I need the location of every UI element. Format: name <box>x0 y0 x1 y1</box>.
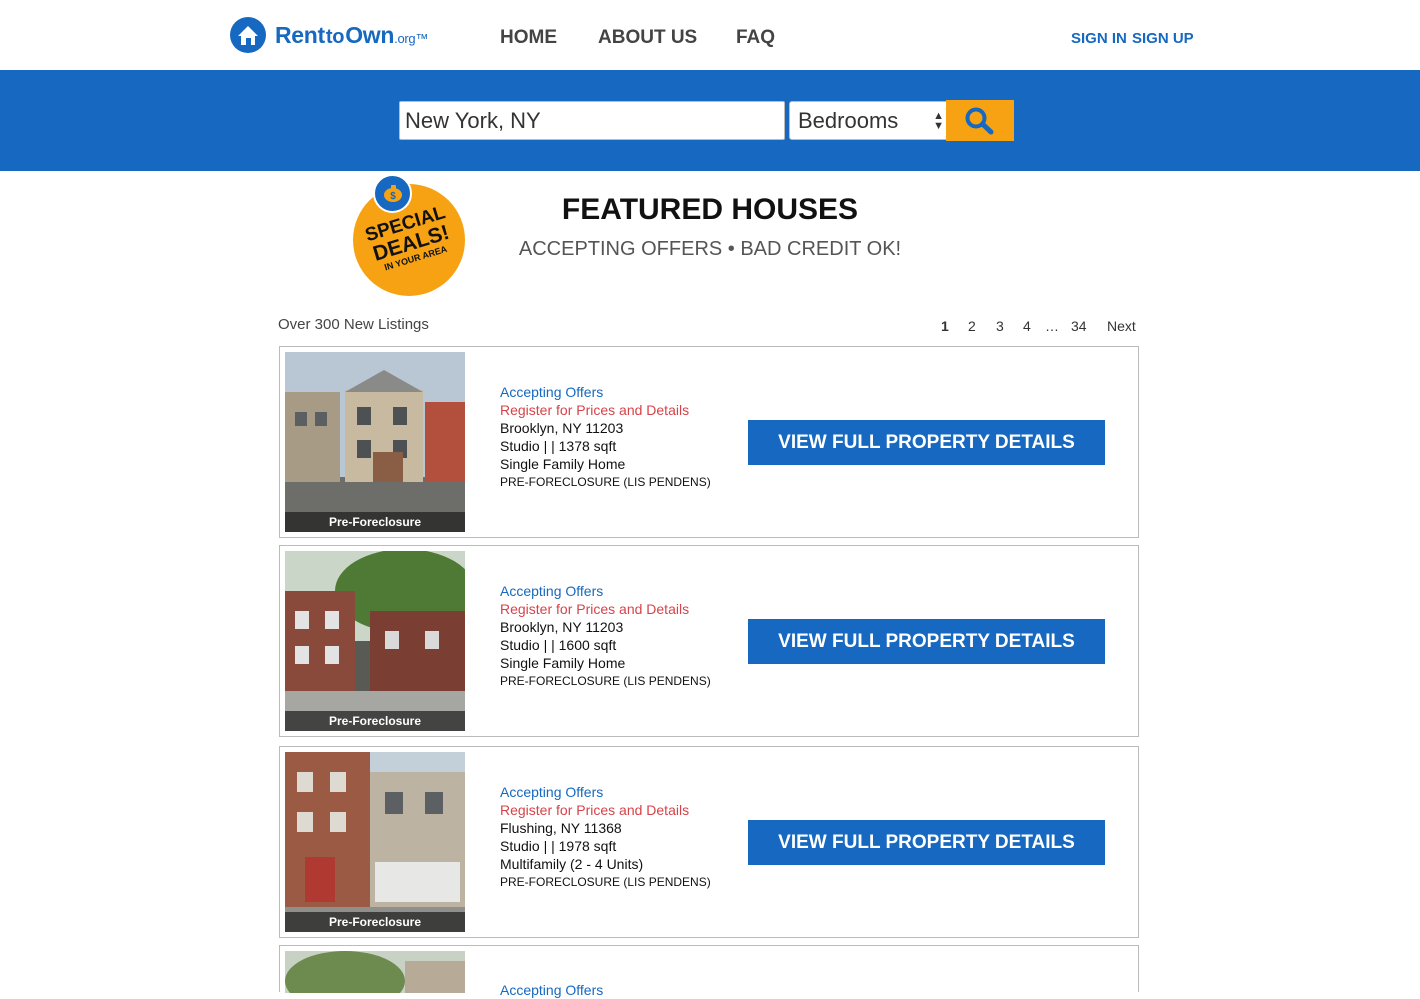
listing-status: Accepting Offers <box>500 784 604 800</box>
house-logo-icon <box>230 17 266 53</box>
listing-card: Accepting Offers <box>279 945 1139 998</box>
listing-status: Accepting Offers <box>500 384 604 400</box>
nav-faq[interactable]: FAQ <box>736 27 775 49</box>
location-input[interactable] <box>399 101 785 140</box>
view-details-button[interactable]: VIEW FULL PROPERTY DETAILS <box>748 820 1105 865</box>
register-link[interactable]: Register for Prices and Details <box>500 401 711 419</box>
listing-status: Accepting Offers <box>500 982 604 998</box>
sign-in-link[interactable]: SIGN IN <box>1071 30 1127 47</box>
bedrooms-select-value: Bedrooms <box>798 107 899 133</box>
listing-category: PRE-FORECLOSURE (LIS PENDENS) <box>500 475 711 489</box>
listing-card: Pre-Foreclosure Accepting Offers Registe… <box>279 746 1139 938</box>
photo-caption: Pre-Foreclosure <box>285 912 465 932</box>
listing-location: Flushing, NY 11368 <box>500 820 622 836</box>
svg-text:$: $ <box>390 191 396 202</box>
page-link-4[interactable]: 4 <box>1023 318 1031 334</box>
search-button[interactable] <box>946 100 1014 141</box>
listing-card: Pre-Foreclosure Accepting Offers Registe… <box>279 346 1139 538</box>
listing-type: Single Family Home <box>500 456 626 472</box>
listing-size: Studio | | 1600 sqft <box>500 637 617 653</box>
listing-category: PRE-FORECLOSURE (LIS PENDENS) <box>500 875 711 889</box>
logo-wordmark: RenttoOwn.org™ <box>275 21 429 48</box>
listing-category: PRE-FORECLOSURE (LIS PENDENS) <box>500 674 711 688</box>
page-link-2[interactable]: 2 <box>968 318 976 334</box>
listing-location: Brooklyn, NY 11203 <box>500 619 624 635</box>
listing-info: Accepting Offers Register for Prices and… <box>500 582 711 690</box>
listing-size: Studio | | 1978 sqft <box>500 838 617 854</box>
featured-subtitle: ACCEPTING OFFERS • BAD CREDIT OK! <box>518 238 902 260</box>
next-page-link[interactable]: Next <box>1107 318 1136 334</box>
listing-status: Accepting Offers <box>500 583 604 599</box>
listing-count: Over 300 New Listings <box>278 316 429 333</box>
house-photo-image <box>285 352 465 532</box>
select-arrows-icon: ▲ ▼ <box>933 110 944 132</box>
view-details-button[interactable]: VIEW FULL PROPERTY DETAILS <box>748 619 1105 664</box>
house-photo-image <box>285 951 465 993</box>
site-header: RenttoOwn.org™ HOME ABOUT US FAQ SIGN IN… <box>0 0 1420 70</box>
house-photo-image <box>285 551 465 731</box>
listing-info: Accepting Offers <box>500 981 603 999</box>
listing-info: Accepting Offers Register for Prices and… <box>500 383 711 491</box>
register-link[interactable]: Register for Prices and Details <box>500 801 711 819</box>
listing-location: Brooklyn, NY 11203 <box>500 420 624 436</box>
search-icon <box>965 107 994 134</box>
sign-up-link[interactable]: SIGN UP <box>1132 30 1194 47</box>
listing-info: Accepting Offers Register for Prices and… <box>500 783 711 891</box>
photo-caption: Pre-Foreclosure <box>285 711 465 731</box>
property-photo[interactable]: Pre-Foreclosure <box>285 352 465 532</box>
page-link-34[interactable]: 34 <box>1071 318 1087 334</box>
listing-type: Single Family Home <box>500 655 626 671</box>
page-ellipsis: … <box>1045 318 1059 334</box>
piggy-bank-icon: $ <box>373 174 412 213</box>
nav-about-us[interactable]: ABOUT US <box>598 27 697 49</box>
site-logo[interactable]: RenttoOwn.org™ <box>229 16 428 54</box>
listing-type: Multifamily (2 - 4 Units) <box>500 856 644 872</box>
page-link-1[interactable]: 1 <box>941 318 949 334</box>
property-photo[interactable]: Pre-Foreclosure <box>285 551 465 731</box>
bedrooms-select[interactable]: Bedrooms ▲ ▼ <box>789 101 947 140</box>
house-photo-image <box>285 752 465 932</box>
property-photo[interactable] <box>285 951 465 993</box>
view-details-button[interactable]: VIEW FULL PROPERTY DETAILS <box>748 420 1105 465</box>
photo-caption: Pre-Foreclosure <box>285 512 465 532</box>
featured-title: FEATURED HOUSES <box>561 193 859 226</box>
register-link[interactable]: Register for Prices and Details <box>500 600 711 618</box>
nav-home[interactable]: HOME <box>500 27 557 49</box>
page-link-3[interactable]: 3 <box>996 318 1004 334</box>
property-photo[interactable]: Pre-Foreclosure <box>285 752 465 932</box>
listing-card: Pre-Foreclosure Accepting Offers Registe… <box>279 545 1139 737</box>
listing-size: Studio | | 1378 sqft <box>500 438 617 454</box>
